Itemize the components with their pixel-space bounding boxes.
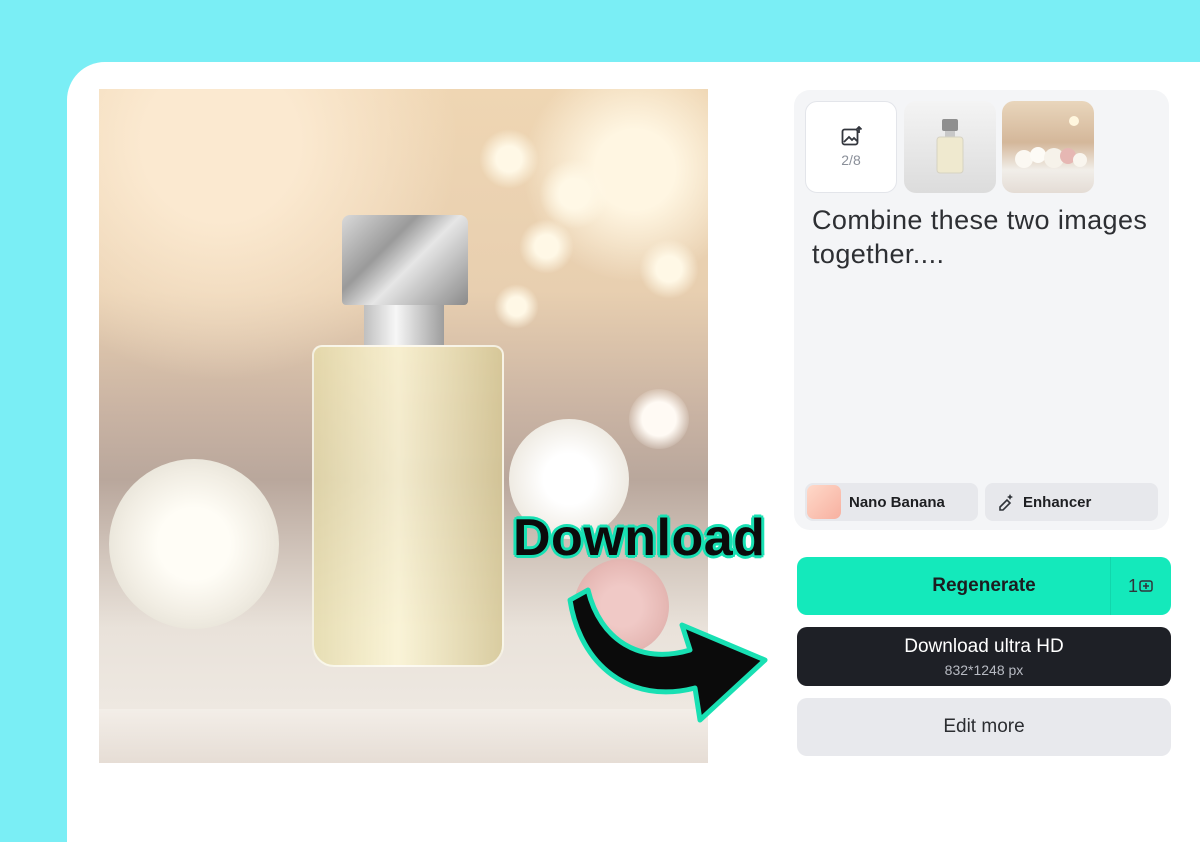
bokeh-light: [494, 284, 539, 329]
credit-count: 1: [1127, 575, 1138, 596]
model-label: Nano Banana: [849, 493, 945, 511]
enhancer-toggle[interactable]: Enhancer: [985, 483, 1158, 521]
download-ultra-hd-button[interactable]: Download ultra HD 832*1248 px: [797, 627, 1171, 686]
credit-cost: 1: [1110, 557, 1171, 615]
babys-breath: [629, 389, 689, 449]
image-upload-icon: [841, 126, 863, 146]
bokeh-light: [519, 219, 574, 274]
prompt-text[interactable]: Combine these two images together....: [812, 203, 1152, 271]
enhancer-icon: [999, 494, 1013, 511]
model-selector[interactable]: Nano Banana: [805, 483, 978, 521]
credit-icon: [1139, 580, 1153, 592]
perfume-neck: [364, 305, 444, 345]
bottle-thumbnail-image: [936, 119, 964, 174]
edit-more-button[interactable]: Edit more: [797, 698, 1171, 756]
flowers-thumbnail-image: [1015, 116, 1087, 168]
regenerate-button[interactable]: Regenerate 1: [797, 557, 1171, 615]
regenerate-label: Regenerate: [932, 575, 1036, 596]
white-peony: [109, 459, 279, 629]
reference-thumbnail-bottle[interactable]: [904, 101, 996, 193]
arrow-icon: [567, 587, 768, 723]
bokeh-light: [639, 239, 699, 299]
perfume-bottle: [312, 345, 504, 667]
banana-avatar-icon: [807, 485, 841, 519]
download-callout: Download: [513, 509, 766, 567]
upload-image-button[interactable]: 2/8: [805, 101, 897, 193]
download-resolution: 832*1248 px: [944, 661, 1024, 678]
enhancer-label: Enhancer: [1023, 493, 1092, 511]
perfume-cap: [342, 215, 468, 305]
edit-more-label: Edit more: [943, 716, 1025, 737]
bokeh-light: [479, 129, 539, 189]
download-label: Download ultra HD: [904, 635, 1064, 657]
reference-thumbnail-flowers[interactable]: [1002, 101, 1094, 193]
upload-count: 2/8: [841, 152, 861, 168]
